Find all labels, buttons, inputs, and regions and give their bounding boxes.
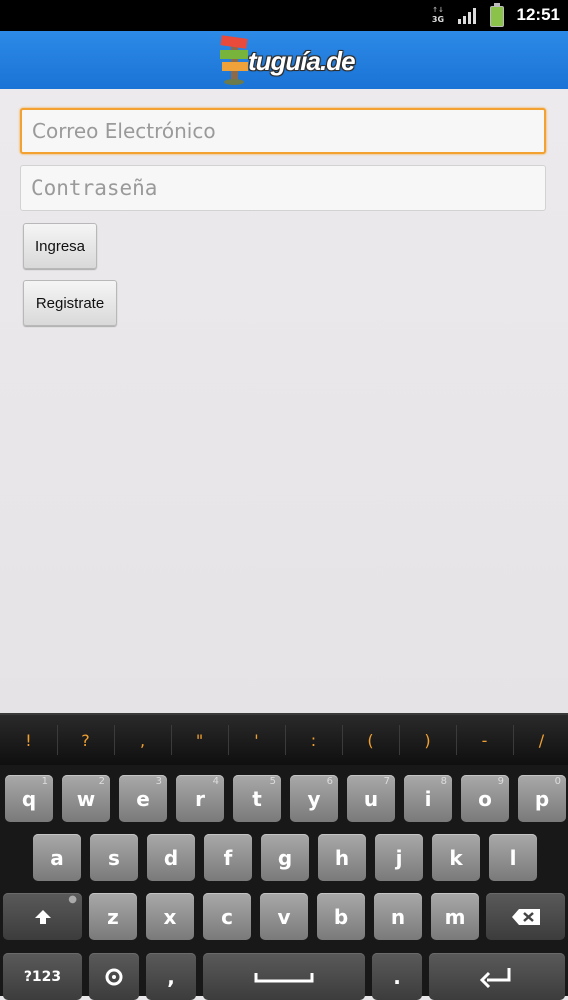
- key-b[interactable]: b: [317, 893, 365, 940]
- suggestion-strip: !?, " ':() - /: [0, 713, 568, 765]
- suggestion-divider: [171, 725, 172, 755]
- key-g[interactable]: g: [261, 834, 309, 881]
- key-hint: 9: [497, 776, 504, 787]
- key-label: i: [424, 786, 432, 811]
- comma-key[interactable]: ,: [146, 953, 196, 1000]
- suggestion-divider: [228, 725, 229, 755]
- enter-icon: [479, 967, 511, 988]
- suggestion-divider: [285, 725, 286, 755]
- enter-key[interactable]: [429, 953, 565, 1000]
- key-s[interactable]: s: [90, 834, 138, 881]
- suggestion-item[interactable]: ": [171, 715, 228, 765]
- key-j[interactable]: j: [375, 834, 423, 881]
- key-x[interactable]: x: [146, 893, 194, 940]
- key-label: u: [363, 786, 379, 811]
- key-a[interactable]: a: [33, 834, 81, 881]
- shift-key[interactable]: ●: [3, 893, 82, 940]
- key-l[interactable]: l: [489, 834, 537, 881]
- suggestion-item[interactable]: (: [342, 715, 399, 765]
- suggestion-divider: [399, 725, 400, 755]
- key-t[interactable]: t5: [233, 775, 281, 822]
- key-hint: 7: [383, 776, 390, 787]
- space-key[interactable]: [203, 953, 365, 1000]
- app-logo: tuguía.de: [218, 31, 356, 89]
- symbols-key[interactable]: ?123: [3, 953, 82, 1000]
- key-o[interactable]: o9: [461, 775, 509, 822]
- settings-key[interactable]: [89, 953, 139, 1000]
- period-key[interactable]: .: [372, 953, 422, 1000]
- key-hint: 6: [326, 776, 333, 787]
- status-bar: ↑↓ 3G 12:51: [0, 0, 568, 31]
- suggestion-item[interactable]: ): [399, 715, 456, 765]
- key-k[interactable]: k: [432, 834, 480, 881]
- key-m[interactable]: m: [431, 893, 479, 940]
- key-hint: 3: [155, 776, 162, 787]
- key-i[interactable]: i8: [404, 775, 452, 822]
- suggestion-item[interactable]: :: [285, 715, 342, 765]
- key-label: w: [76, 786, 96, 811]
- key-hint: 0: [554, 776, 561, 787]
- email-placeholder: Correo Electrónico: [32, 119, 216, 143]
- key-hint: 5: [269, 776, 276, 787]
- network-3g-icon: ↑↓ 3G: [431, 6, 445, 24]
- key-p[interactable]: p0: [518, 775, 566, 822]
- suggestion-divider: [57, 725, 58, 755]
- battery-icon: [490, 3, 504, 27]
- key-label: p: [534, 786, 550, 811]
- key-c[interactable]: c: [203, 893, 251, 940]
- soft-keyboard: !?, " ':() - / ● ?123 , . q1w2e3r4t5y 6 …: [0, 713, 568, 1000]
- key-v[interactable]: v: [260, 893, 308, 940]
- login-button[interactable]: Ingresa: [23, 223, 97, 269]
- key-label: e: [136, 786, 150, 811]
- suggestion-item[interactable]: /: [513, 715, 568, 765]
- key-label: q: [21, 786, 37, 811]
- key-hint: 4: [212, 776, 219, 787]
- register-button[interactable]: Registrate: [23, 280, 117, 326]
- key-hint: 8: [440, 776, 447, 787]
- key-label: y: [307, 786, 321, 811]
- space-icon: [254, 972, 314, 982]
- suggestion-divider: [456, 725, 457, 755]
- email-field[interactable]: Correo Electrónico: [20, 108, 546, 154]
- key-label: r: [195, 786, 205, 811]
- password-field[interactable]: Contraseña: [20, 165, 546, 211]
- key-u[interactable]: u7: [347, 775, 395, 822]
- key-hint: 1: [41, 776, 48, 787]
- key-w[interactable]: w2: [62, 775, 110, 822]
- logo-text: tuguía.de: [248, 46, 356, 76]
- settings-icon: [105, 968, 123, 985]
- suggestion-divider: [513, 725, 514, 755]
- suggestion-divider: [114, 725, 115, 755]
- key-label: o: [478, 786, 492, 811]
- password-placeholder: Contraseña: [31, 176, 158, 200]
- clock: 12:51: [516, 5, 560, 24]
- key-q[interactable]: q1: [5, 775, 53, 822]
- suggestion-item[interactable]: !: [0, 715, 57, 765]
- key-e[interactable]: e3: [119, 775, 167, 822]
- key-r[interactable]: r4: [176, 775, 224, 822]
- key-y[interactable]: y6: [290, 775, 338, 822]
- suggestion-item[interactable]: ': [228, 715, 285, 765]
- backspace-icon: [511, 908, 540, 925]
- key-n[interactable]: n: [374, 893, 422, 940]
- suggestion-item[interactable]: ?: [57, 715, 114, 765]
- signpost-icon: [220, 35, 248, 85]
- shift-icon: [34, 909, 51, 924]
- key-h[interactable]: h: [318, 834, 366, 881]
- suggestion-item[interactable]: ,: [114, 715, 171, 765]
- backspace-key[interactable]: [486, 893, 565, 940]
- key-z[interactable]: z: [89, 893, 137, 940]
- signal-icon: [458, 8, 476, 24]
- key-d[interactable]: d: [147, 834, 195, 881]
- suggestion-item[interactable]: -: [456, 715, 513, 765]
- action-bar: tuguía.de: [0, 31, 568, 89]
- key-label: t: [252, 786, 262, 811]
- login-form: Correo Electrónico Contraseña Ingresa Re…: [0, 89, 568, 713]
- key-hint: 2: [98, 776, 105, 787]
- suggestion-divider: [342, 725, 343, 755]
- key-f[interactable]: f: [204, 834, 252, 881]
